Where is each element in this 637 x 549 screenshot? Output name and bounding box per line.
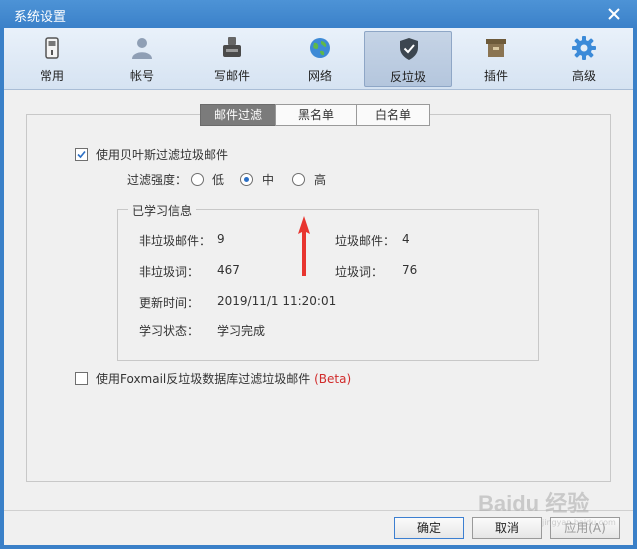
toolbar-item-compose[interactable]: 写邮件 <box>188 31 276 87</box>
spam-mail-label: 垃圾邮件： <box>335 234 396 248</box>
baidu-watermark: Baidu 经验 jingyan.baidu.com <box>476 486 636 536</box>
toolbar-item-label: 帐号 <box>129 69 154 83</box>
annotation-arrow-icon <box>298 216 310 276</box>
toolbar-item-label: 网络 <box>307 69 332 83</box>
tab-blacklist[interactable]: 黑名单 <box>275 104 357 126</box>
phone-icon <box>45 37 59 59</box>
tab-mail-filter[interactable]: 邮件过滤 <box>200 104 276 126</box>
spam-words-label: 垃圾词： <box>335 265 384 279</box>
strength-medium-radio[interactable] <box>240 173 253 186</box>
strength-low-label[interactable]: 低 <box>212 171 224 188</box>
gear-icon <box>572 36 596 60</box>
spam-words-value: 76 <box>402 263 418 277</box>
bayes-checkbox[interactable] <box>75 148 88 161</box>
strength-high-label[interactable]: 高 <box>314 171 326 188</box>
update-time-label: 更新时间： <box>139 296 200 310</box>
box-icon <box>486 39 506 57</box>
toolbar-item-label: 常用 <box>39 69 64 83</box>
filter-strength-label: 过滤强度： <box>127 173 188 187</box>
strength-low-radio[interactable] <box>191 173 204 186</box>
toolbar-item-advanced[interactable]: 高级 <box>540 31 628 87</box>
non-spam-words-label: 非垃圾词： <box>139 265 200 279</box>
foxmail-db-label-text: 使用Foxmail反垃圾数据库过滤垃圾邮件 <box>96 372 311 386</box>
toolbar-item-general[interactable]: 常用 <box>8 31 96 87</box>
checkmark-icon <box>77 150 86 159</box>
close-button[interactable] <box>605 5 623 23</box>
title-bar[interactable]: 系统设置 <box>0 0 637 28</box>
ok-button[interactable]: 确定 <box>394 517 464 539</box>
learning-status-value: 学习完成 <box>217 324 266 338</box>
foxmail-db-checkbox[interactable] <box>75 372 88 385</box>
foxmail-db-checkbox-label[interactable]: 使用Foxmail反垃圾数据库过滤垃圾邮件 (Beta) <box>96 370 351 387</box>
category-toolbar: 常用 帐号 写邮件 网络 反垃圾 插件 高级 <box>4 28 633 90</box>
toolbar-item-antispam[interactable]: 反垃圾 <box>364 31 452 87</box>
user-icon <box>132 38 152 59</box>
toolbar-item-label: 反垃圾 <box>389 70 426 84</box>
window-title: 系统设置 <box>14 10 67 25</box>
non-spam-mail-label: 非垃圾邮件： <box>139 234 212 248</box>
learned-info-group: 已学习信息 非垃圾邮件： 9 垃圾邮件： 4 非垃圾词： 467 垃圾词： 76… <box>117 202 539 361</box>
radio-selected-dot <box>244 177 249 182</box>
learned-info-title: 已学习信息 <box>128 202 197 219</box>
filter-panel: 使用贝叶斯过滤垃圾邮件 过滤强度： 低 中 高 已学习信息 非垃圾邮件： 9 垃… <box>26 114 611 482</box>
watermark-url: jingyan.baidu.com <box>542 518 616 527</box>
settings-window: 系统设置 常用 帐号 写邮件 网络 反垃圾 插件 高级 使用贝叶斯过滤垃圾邮件 … <box>0 0 637 549</box>
bayes-checkbox-label[interactable]: 使用贝叶斯过滤垃圾邮件 <box>96 146 228 163</box>
toolbar-item-label: 插件 <box>483 69 508 83</box>
learning-status-label: 学习状态： <box>139 324 200 338</box>
update-time-value: 2019/11/1 11:20:01 <box>217 294 337 308</box>
toolbar-item-account[interactable]: 帐号 <box>98 31 186 87</box>
strength-high-radio[interactable] <box>292 173 305 186</box>
strength-medium-label[interactable]: 中 <box>262 171 274 188</box>
toolbar-item-label: 高级 <box>571 69 596 83</box>
content-area: 使用贝叶斯过滤垃圾邮件 过滤强度： 低 中 高 已学习信息 非垃圾邮件： 9 垃… <box>4 90 633 510</box>
close-icon <box>608 8 620 20</box>
toolbar-item-network[interactable]: 网络 <box>276 31 364 87</box>
tab-whitelist[interactable]: 白名单 <box>356 104 430 126</box>
watermark-text: Baidu 经验 <box>478 491 590 516</box>
non-spam-mail-value: 9 <box>217 232 225 246</box>
compose-icon <box>223 37 241 57</box>
toolbar-item-label: 写邮件 <box>213 69 250 83</box>
spam-mail-value: 4 <box>402 232 410 246</box>
shield-icon <box>400 38 418 60</box>
non-spam-words-value: 467 <box>217 263 240 277</box>
beta-badge: (Beta) <box>314 372 352 386</box>
globe-icon <box>310 38 330 58</box>
toolbar-item-plugins[interactable]: 插件 <box>452 31 540 87</box>
